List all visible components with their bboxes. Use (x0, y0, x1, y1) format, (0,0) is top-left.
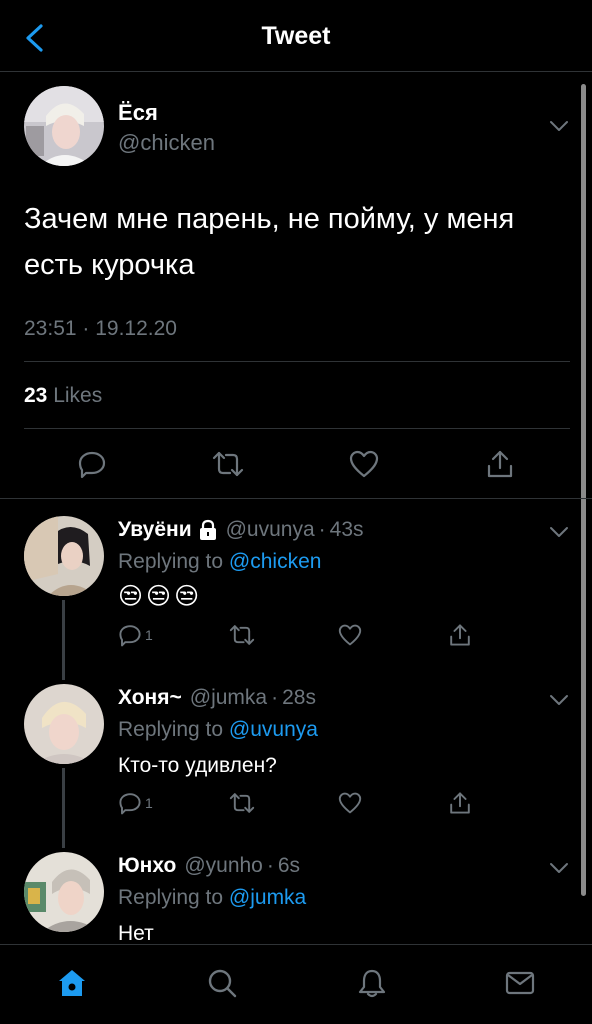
reply-text: 😒 😒 😒 (118, 582, 199, 611)
author-handle[interactable]: @chicken (118, 130, 215, 156)
reply-time: 6s (277, 854, 301, 877)
home-icon (59, 970, 85, 996)
reply-menu-button[interactable] (546, 690, 572, 710)
reply-button[interactable]: 1 (118, 788, 153, 818)
author-name[interactable]: Ёся (118, 100, 158, 126)
separator-dot: · (266, 854, 274, 877)
replying-to: Replying to @jumka (118, 886, 306, 910)
thread-line (62, 768, 65, 848)
mention-link[interactable]: @jumka (229, 886, 306, 909)
replying-prefix: Replying to (118, 718, 224, 741)
share-icon (450, 624, 470, 646)
reply-icon (119, 793, 141, 815)
share-button[interactable] (448, 620, 472, 650)
tweet-timestamp: 23:51 · 19.12.20 (24, 317, 177, 340)
share-icon (487, 450, 513, 478)
scrollbar[interactable] (581, 84, 586, 896)
retweet-button[interactable] (208, 444, 248, 484)
reply-author-handle[interactable]: @yunho (184, 854, 263, 878)
likes-label: Likes (53, 384, 103, 407)
reply-icon (78, 451, 106, 479)
replying-to: Replying to @uvunya (118, 718, 318, 742)
separator-dot: · (271, 686, 279, 709)
share-button[interactable] (480, 444, 520, 484)
tab-messages[interactable] (500, 963, 540, 1003)
replying-prefix: Replying to (118, 550, 224, 573)
reply-icon (119, 625, 141, 647)
reply-avatar[interactable] (24, 516, 104, 596)
mention-link[interactable]: @uvunya (229, 718, 318, 741)
retweet-icon (212, 451, 244, 477)
top-bar: Tweet (0, 0, 592, 72)
reply-avatar[interactable] (24, 852, 104, 932)
reply-author-name[interactable]: Хоня~ (118, 686, 182, 710)
reply-count: 1 (145, 795, 153, 811)
reply-author-handle[interactable]: @uvunya (226, 518, 315, 542)
reply-text: Нет (118, 922, 154, 945)
reply-author-handle[interactable]: @jumka (190, 686, 267, 710)
like-button[interactable] (344, 444, 384, 484)
share-icon (450, 792, 470, 814)
tab-search[interactable] (202, 963, 242, 1003)
messages-icon (505, 971, 535, 995)
share-button[interactable] (448, 788, 472, 818)
page-title: Tweet (261, 22, 331, 50)
like-icon (338, 624, 362, 646)
author-avatar[interactable] (24, 86, 104, 166)
tab-notifications[interactable] (352, 963, 392, 1003)
like-button[interactable] (338, 620, 362, 650)
bottom-tab-bar (0, 944, 592, 1024)
emoji: 😒 (174, 583, 200, 610)
divider (24, 361, 570, 362)
emoji: 😒 (146, 583, 172, 610)
tweet-text: Зачем мне парень, не пойму, у меня есть … (24, 203, 515, 281)
reply-menu-button[interactable] (546, 858, 572, 878)
divider (0, 498, 592, 499)
like-button[interactable] (338, 788, 362, 818)
notifications-icon (358, 969, 386, 998)
reply-menu-button[interactable] (546, 522, 572, 542)
replying-to: Replying to @chicken (118, 550, 321, 574)
retweet-button[interactable] (228, 620, 256, 650)
reply-time: 43s (329, 518, 364, 541)
separator-dot: · (318, 518, 326, 541)
retweet-icon (229, 625, 255, 645)
reply-button[interactable] (72, 444, 112, 484)
lock-icon (198, 519, 218, 541)
reply-text: Кто-то удивлен? (118, 754, 277, 777)
retweet-button[interactable] (228, 788, 256, 818)
thread-line (62, 600, 65, 680)
replying-prefix: Replying to (118, 886, 224, 909)
reply-avatar[interactable] (24, 684, 104, 764)
chevron-down-icon (550, 695, 568, 705)
reply-button[interactable]: 1 (118, 620, 153, 650)
reply-header: Хоня~ @jumka · 28s (118, 686, 316, 710)
reply-count: 1 (145, 627, 153, 643)
mention-link[interactable]: @chicken (229, 550, 322, 573)
chevron-down-icon (550, 527, 568, 537)
tab-home[interactable] (52, 963, 92, 1003)
search-icon (208, 969, 237, 998)
reply-header: Юнхо @yunho · 6s (118, 854, 300, 878)
likes-link[interactable]: 23 Likes (24, 384, 102, 408)
likes-count: 23 (24, 384, 48, 407)
retweet-icon (229, 793, 255, 813)
reply-header: Увуёни @uvunya · 43s (118, 518, 364, 542)
emoji: 😒 (118, 583, 144, 610)
chevron-down-icon (550, 121, 568, 131)
tweet-menu-button[interactable] (546, 116, 572, 136)
reply-author-name[interactable]: Увуёни (118, 518, 192, 542)
reply-time: 28s (282, 686, 316, 709)
chevron-down-icon (550, 863, 568, 873)
like-icon (338, 792, 362, 814)
divider (24, 428, 570, 429)
like-icon (349, 450, 379, 478)
reply-author-name[interactable]: Юнхо (118, 854, 176, 878)
